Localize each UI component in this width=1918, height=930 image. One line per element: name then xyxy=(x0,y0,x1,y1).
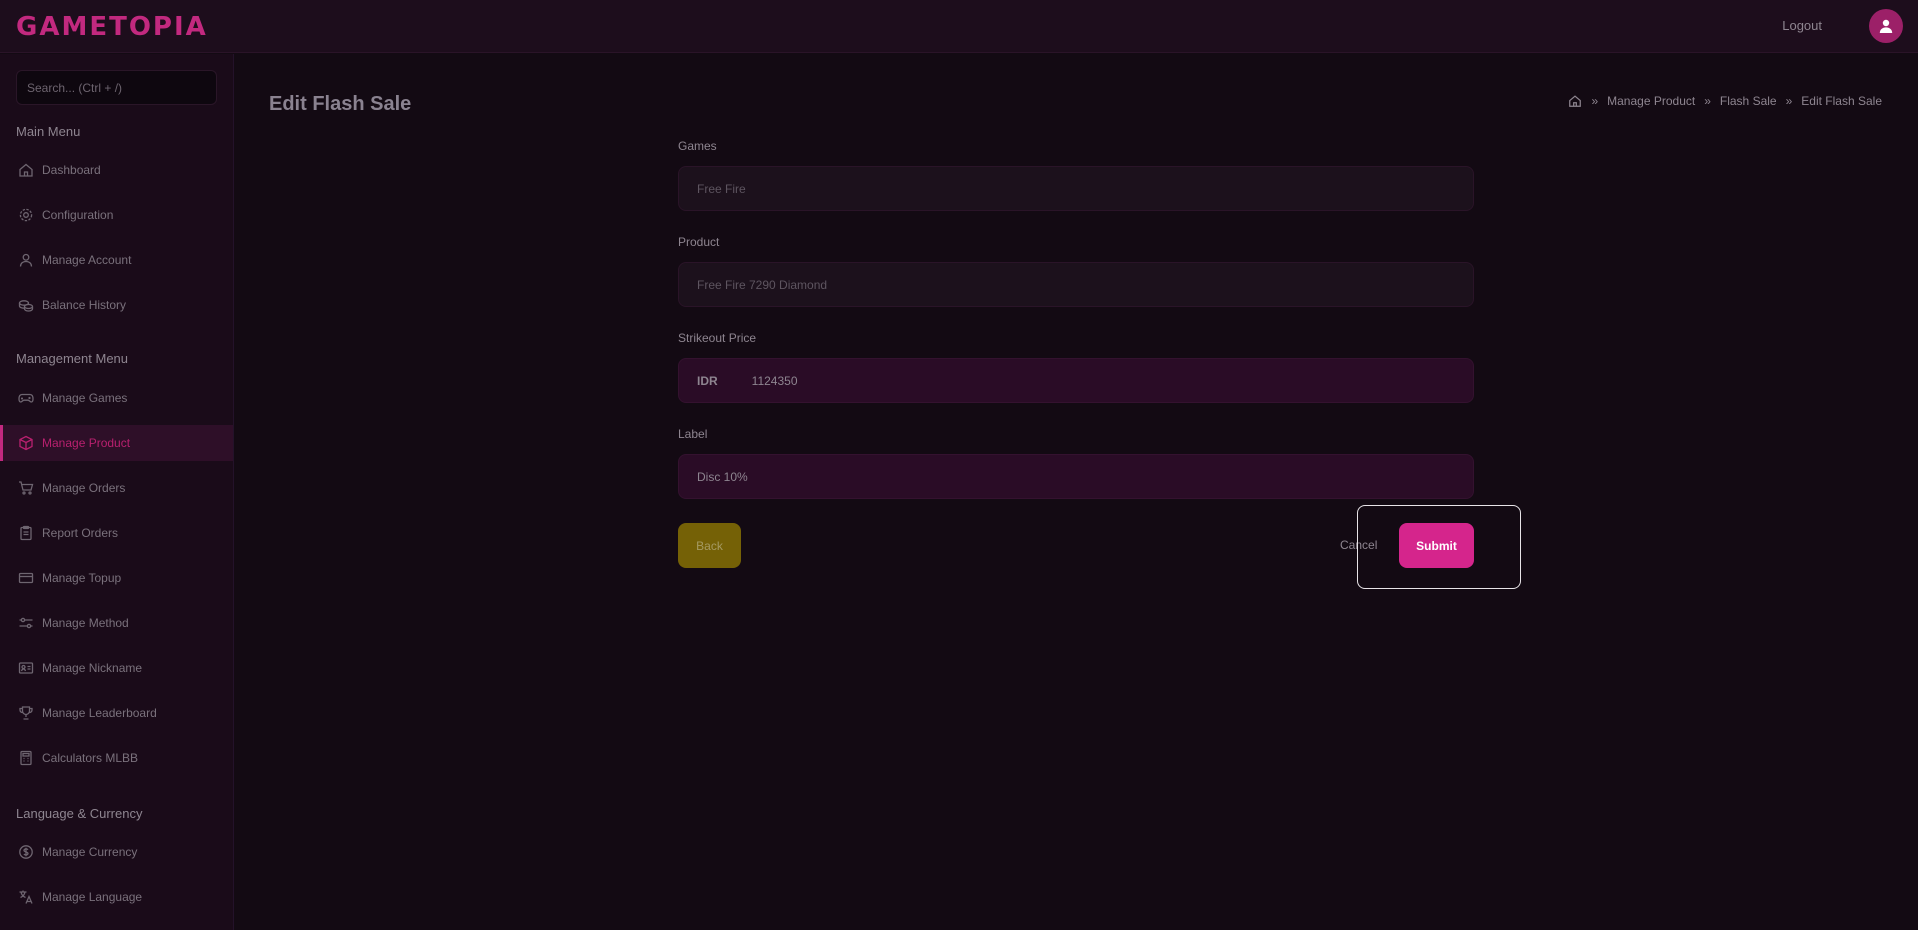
sliders-icon xyxy=(17,615,34,632)
sidebar-item-dashboard[interactable]: Dashboard xyxy=(0,152,233,188)
logout-link[interactable]: Logout xyxy=(1782,18,1822,33)
submit-button[interactable]: Submit xyxy=(1399,523,1474,568)
chevron-double-right-icon: » xyxy=(1591,94,1599,108)
sidebar-item-label: Manage Leaderboard xyxy=(42,706,157,720)
sidebar-item-configuration[interactable]: Configuration xyxy=(0,197,233,233)
sidebar-item-manage-nickname[interactable]: Manage Nickname xyxy=(0,650,233,686)
user-icon xyxy=(1879,19,1893,33)
back-button[interactable]: Back xyxy=(678,523,741,568)
breadcrumb: » Manage Product » Flash Sale » Edit Fla… xyxy=(1568,94,1882,108)
games-label: Games xyxy=(678,139,717,153)
sidebar-item-manage-leaderboard[interactable]: Manage Leaderboard xyxy=(0,695,233,731)
sidebar-item-label: Balance History xyxy=(42,298,127,312)
sidebar-item-label: Manage Account xyxy=(42,253,132,267)
top-bar: GAMETOPIA Logout xyxy=(0,0,1918,53)
id-card-icon xyxy=(17,660,34,677)
sidebar-item-label: Dashboard xyxy=(42,163,101,177)
gamepad-icon xyxy=(17,390,34,407)
sidebar-item-label: Manage Currency xyxy=(42,845,138,859)
breadcrumb-item-manage-product[interactable]: Manage Product xyxy=(1607,94,1695,108)
home-icon[interactable] xyxy=(1568,94,1582,108)
currency-prefix: IDR xyxy=(697,373,718,388)
gear-icon xyxy=(17,207,34,224)
strikeout-price-value: 1124350 xyxy=(751,373,798,388)
product-field[interactable]: Free Fire 7290 Diamond xyxy=(678,262,1474,307)
strikeout-price-label: Strikeout Price xyxy=(678,331,757,345)
calculator-icon xyxy=(17,750,34,767)
product-label: Product xyxy=(678,235,720,249)
clipboard-icon xyxy=(17,525,34,542)
box-icon xyxy=(17,435,34,452)
sidebar-item-calculators-mlbb[interactable]: Calculators MLBB xyxy=(0,740,233,776)
label-value: Disc 10% xyxy=(697,469,748,484)
sidebar-item-label: Manage Language xyxy=(42,890,143,904)
sidebar-item-manage-method[interactable]: Manage Method xyxy=(0,605,233,641)
sidebar-item-label: Manage Games xyxy=(42,391,128,405)
user-icon xyxy=(17,252,34,269)
sidebar-item-manage-product[interactable]: Manage Product xyxy=(0,425,233,461)
breadcrumb-item-edit-flash-sale: Edit Flash Sale xyxy=(1801,94,1882,108)
dollar-circle-icon xyxy=(17,844,34,861)
sidebar-item-balance-history[interactable]: Balance History xyxy=(0,287,233,323)
sidebar-item-manage-games[interactable]: Manage Games xyxy=(0,380,233,416)
section-title-language-currency: Language & Currency xyxy=(16,806,143,821)
trophy-icon xyxy=(17,705,34,722)
sidebar-item-manage-orders[interactable]: Manage Orders xyxy=(0,470,233,506)
sidebar-item-label: Manage Method xyxy=(42,616,129,630)
strikeout-price-input[interactable]: IDR 1124350 xyxy=(678,358,1474,403)
sidebar-item-manage-topup[interactable]: Manage Topup xyxy=(0,560,233,596)
sidebar-item-manage-account[interactable]: Manage Account xyxy=(0,242,233,278)
sidebar-item-manage-language[interactable]: Manage Language xyxy=(0,879,233,915)
sidebar-item-label: Manage Topup xyxy=(42,571,122,585)
games-field[interactable]: Free Fire xyxy=(678,166,1474,211)
chevron-double-right-icon: » xyxy=(1785,94,1793,108)
sidebar-item-label: Configuration xyxy=(42,208,114,222)
sidebar-item-label: Manage Orders xyxy=(42,481,126,495)
label-input[interactable]: Disc 10% xyxy=(678,454,1474,499)
avatar[interactable] xyxy=(1869,9,1903,43)
search-input[interactable] xyxy=(16,70,217,105)
section-title-management-menu: Management Menu xyxy=(16,351,129,366)
translate-icon xyxy=(17,889,34,906)
app-logo[interactable]: GAMETOPIA xyxy=(16,12,208,42)
home-icon xyxy=(17,162,34,179)
credit-card-icon xyxy=(17,570,34,587)
label-field-label: Label xyxy=(678,427,708,441)
sidebar-item-label: Manage Product xyxy=(42,436,131,450)
sidebar-item-label: Manage Nickname xyxy=(42,661,143,675)
sidebar-item-label: Calculators MLBB xyxy=(42,751,139,765)
section-title-main-menu: Main Menu xyxy=(16,124,81,139)
sidebar-item-label: Report Orders xyxy=(42,526,119,540)
sidebar: Main Menu Dashboard Configuration Manage… xyxy=(0,54,234,930)
sidebar-item-report-orders[interactable]: Report Orders xyxy=(0,515,233,551)
breadcrumb-item-flash-sale[interactable]: Flash Sale xyxy=(1720,94,1777,108)
product-value: Free Fire 7290 Diamond xyxy=(697,277,828,292)
coins-icon xyxy=(17,297,34,314)
chevron-double-right-icon: » xyxy=(1704,94,1711,108)
page-title: Edit Flash Sale xyxy=(269,93,412,115)
games-value: Free Fire xyxy=(697,181,746,196)
sidebar-item-manage-currency[interactable]: Manage Currency xyxy=(0,834,233,870)
cart-icon xyxy=(17,480,34,497)
